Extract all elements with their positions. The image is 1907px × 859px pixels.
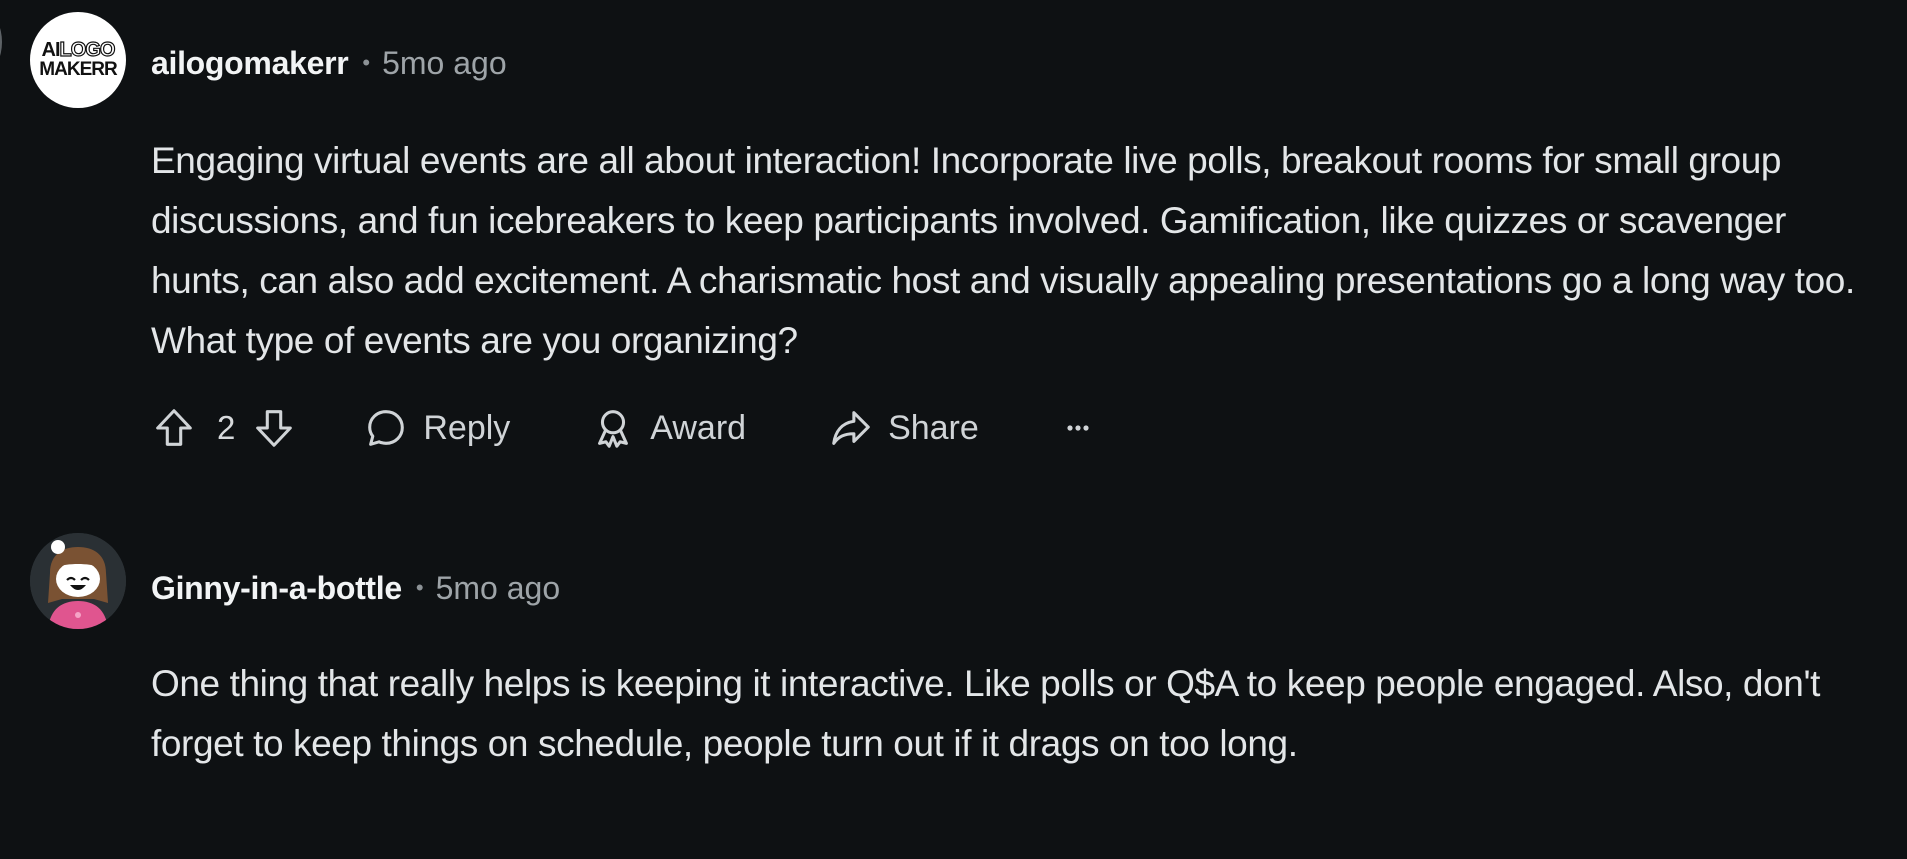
comment-body: Engaging virtual events are all about in… <box>151 140 1855 361</box>
more-options-button[interactable] <box>1063 418 1097 438</box>
username[interactable]: ailogomakerr <box>151 45 349 82</box>
comment-body: One thing that really helps is keeping i… <box>151 663 1821 764</box>
meta-separator: • <box>362 50 371 75</box>
more-options-icon <box>1067 425 1089 431</box>
meta-separator: • <box>415 575 424 600</box>
comment-ailogomakerr: AILOGO MAKERR ailogomakerr • 5mo ago Eng… <box>0 0 1907 448</box>
snoo-avatar-icon <box>30 533 126 629</box>
username[interactable]: Ginny-in-a-bottle <box>151 570 402 607</box>
comment-meta: Ginny-in-a-bottle • 5mo ago <box>151 563 560 613</box>
avatar-online-dot <box>51 540 65 554</box>
avatar[interactable] <box>30 533 126 629</box>
avatar[interactable]: AILOGO MAKERR <box>30 12 126 108</box>
comment-ginny-in-a-bottle: Ginny-in-a-bottle • 5mo ago One thing th… <box>0 440 1907 859</box>
timestamp[interactable]: 5mo ago <box>382 45 507 82</box>
comment-meta: ailogomakerr • 5mo ago <box>151 38 507 88</box>
timestamp[interactable]: 5mo ago <box>436 570 561 607</box>
avatar-logo-mark: AILOGO MAKERR <box>39 39 117 80</box>
